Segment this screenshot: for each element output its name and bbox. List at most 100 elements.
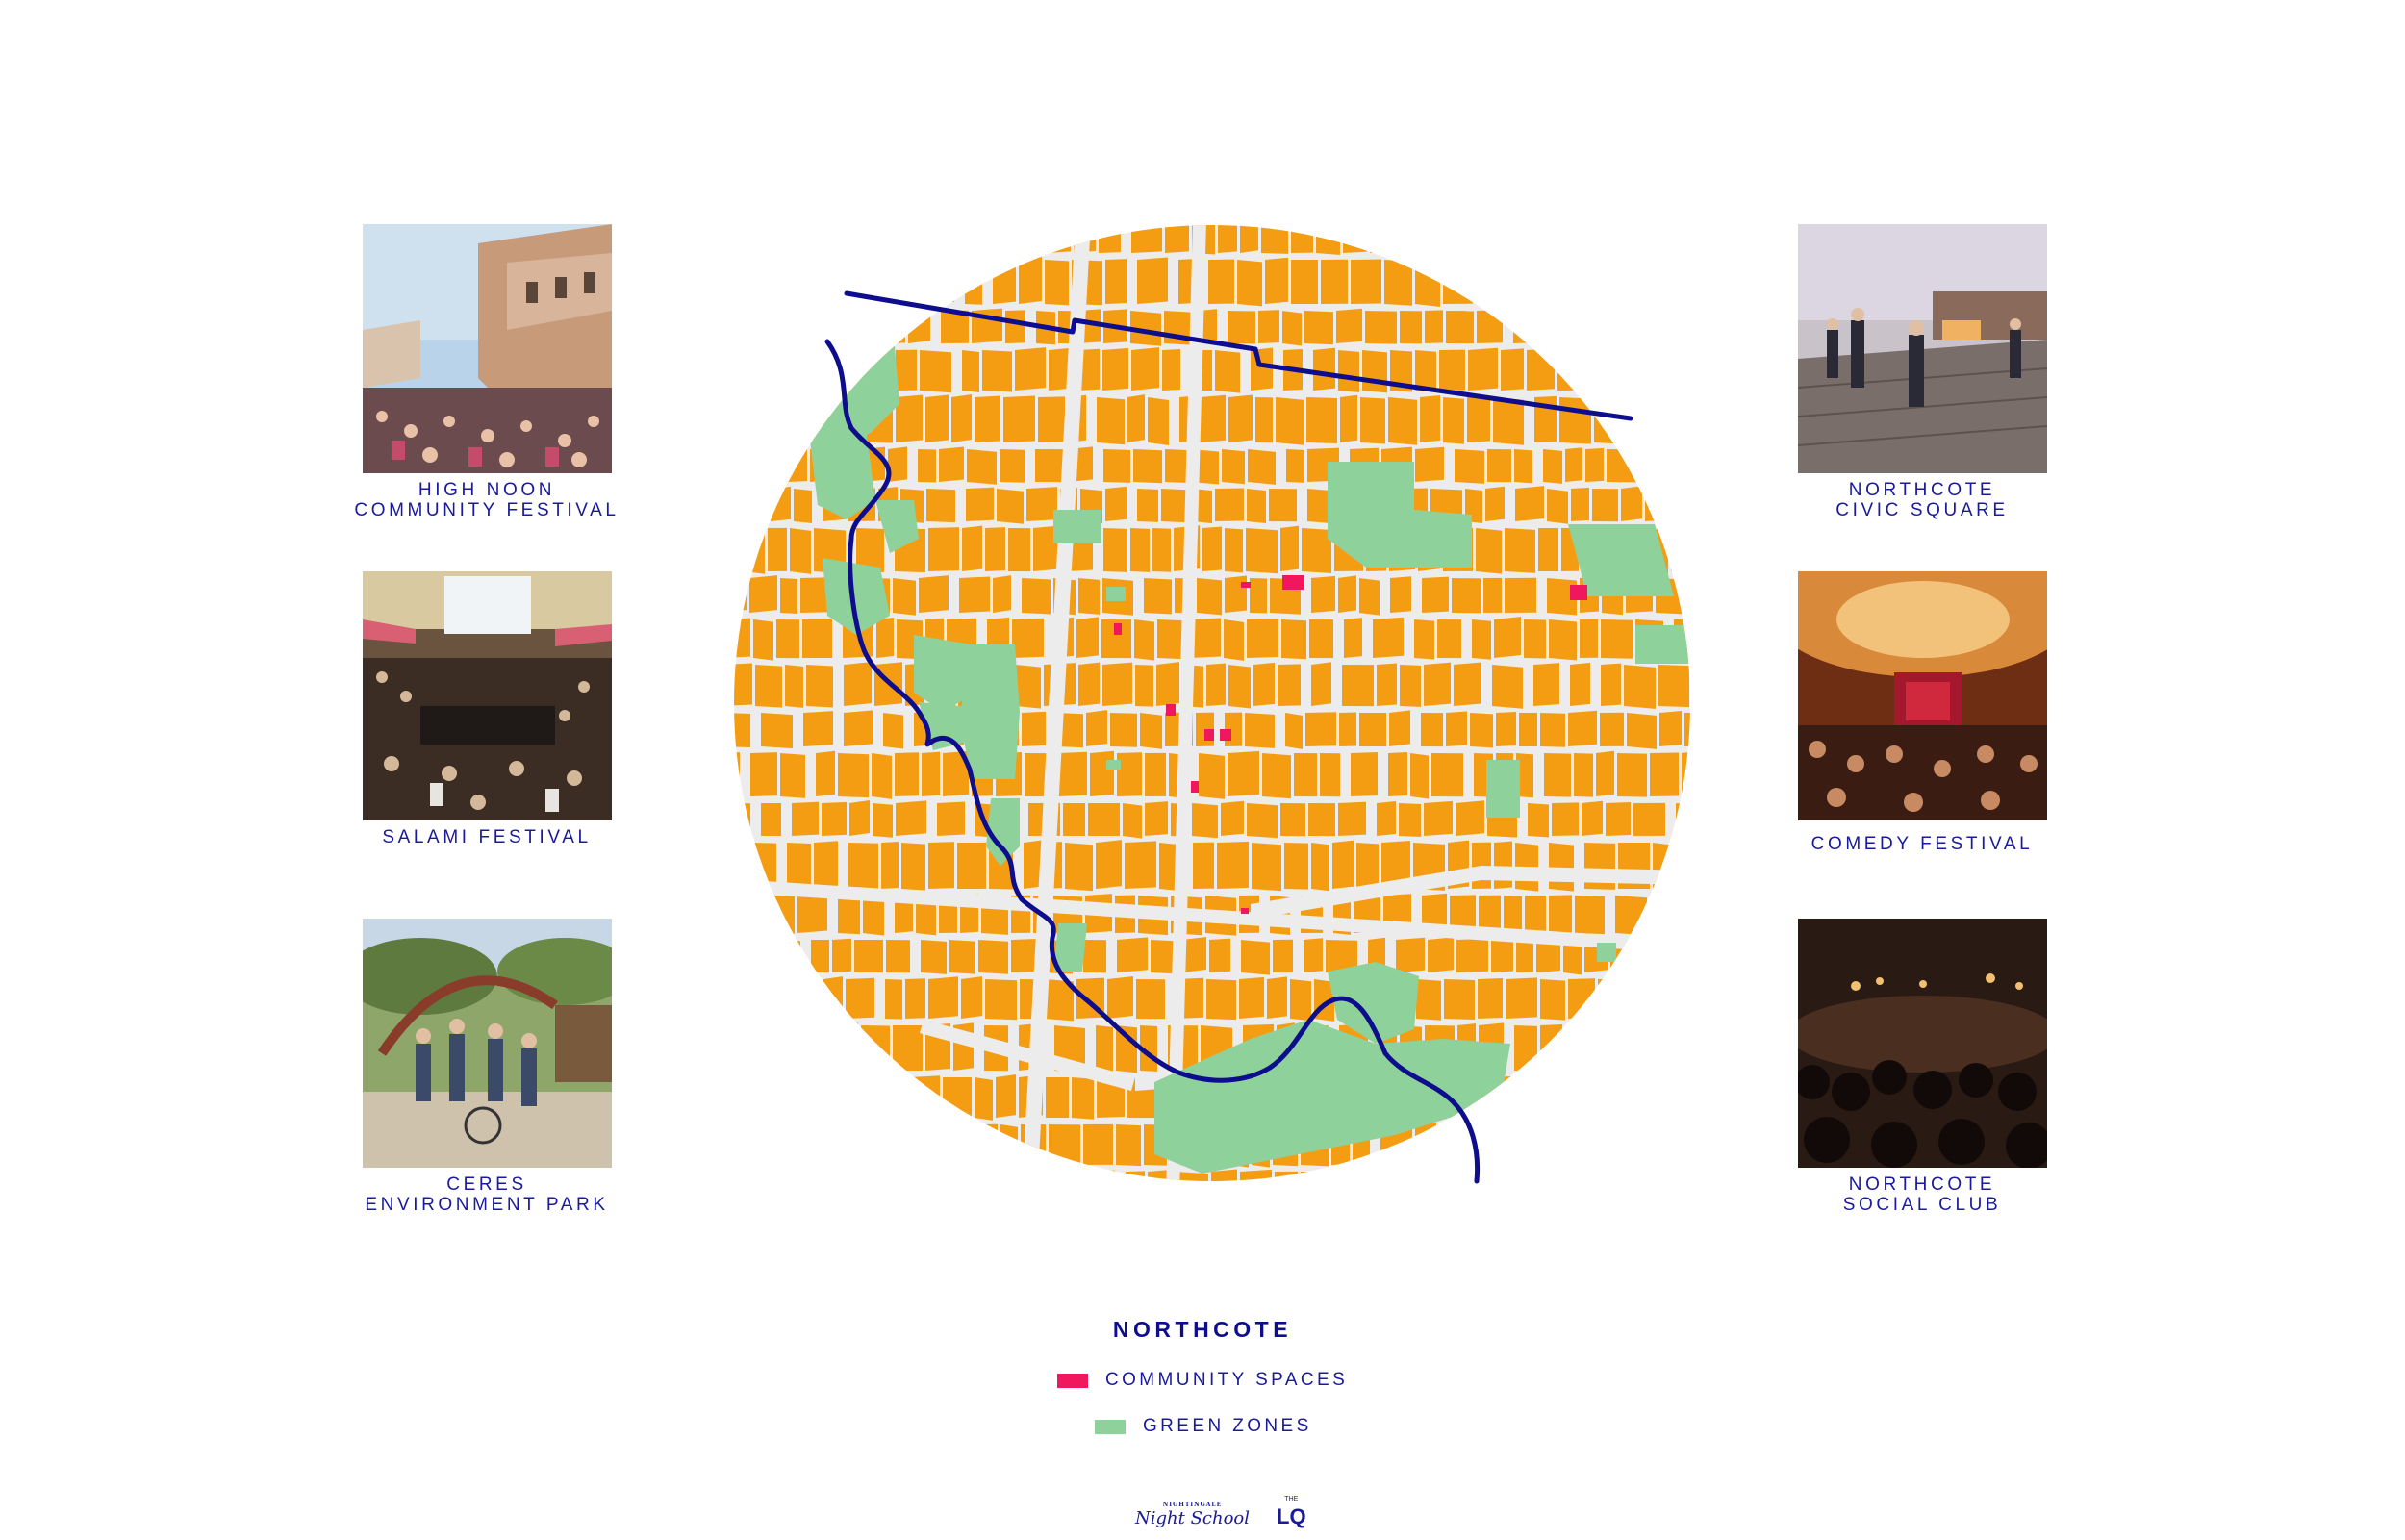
street-block [1568,710,1597,746]
street-block [1505,1169,1526,1181]
street-block [1215,488,1244,521]
street-block [1491,938,1513,972]
street-block [1544,259,1569,304]
street-block [1527,348,1555,391]
street-block [1640,448,1669,482]
street-block [734,663,752,706]
street-block [1321,259,1348,304]
street-block [1095,1170,1115,1181]
street-block [751,1123,770,1165]
street-block [1500,1124,1532,1168]
street-block [1415,1123,1436,1165]
street-block [1110,713,1137,747]
street-block [1684,712,1690,746]
street-block [927,225,959,256]
street-block [1225,528,1243,573]
street-block [1217,841,1249,889]
street-block [1626,1023,1643,1071]
street-block [1276,397,1304,445]
street-block [1592,489,1618,522]
street-block [1485,486,1505,521]
street-block [1137,257,1168,304]
street-block [1415,446,1444,482]
street-block [1415,260,1440,307]
street-block [985,527,1005,571]
street-block [780,753,805,798]
street-block [1585,447,1604,482]
street-block [1221,800,1244,836]
street-block [1280,525,1299,571]
street-block [844,710,873,746]
street-block [1689,311,1690,344]
caption-comedy-festival: COMEDY FESTIVAL [1810,834,2034,854]
street-block [1130,528,1150,572]
street-block [1513,310,1532,343]
street-block [1373,617,1404,658]
street-block [1549,895,1572,933]
street-block [1432,225,1463,256]
legend-title: NORTHCOTE [1112,1317,1293,1342]
street-block [1309,619,1333,659]
street-block [1455,449,1484,484]
street-block [1228,394,1253,442]
street-block [1505,577,1536,613]
street-block [1165,449,1187,483]
street-block [1328,1172,1352,1181]
street-block [865,1171,890,1181]
street-block [1047,225,1071,253]
street-block [1388,751,1407,796]
street-block [1038,396,1065,442]
street-block [848,843,878,890]
street-block [1560,1172,1585,1181]
photo-high-noon-festival [363,224,612,473]
street-block [1058,751,1087,796]
street-block [1285,713,1303,749]
legend-label-community: COMMUNITY SPACES [1105,1370,1349,1390]
legend-item-green: GREEN ZONES [1095,1416,1312,1437]
street-block [743,1077,763,1119]
street-block [797,1075,818,1118]
street-block [1199,753,1225,799]
street-block [1247,618,1278,658]
street-block [893,225,917,253]
street-block [886,940,910,973]
street-block [862,1124,881,1166]
street-block [1384,260,1412,306]
street-block [776,397,799,445]
street-block [1193,842,1214,889]
street-block [939,446,964,482]
street-block [1396,937,1425,972]
street-block [1278,664,1301,706]
street-block [1356,843,1379,891]
street-block [1701,448,1724,482]
street-block [1687,225,1690,253]
street-block [1682,750,1690,796]
street-block [895,752,919,796]
street-block [793,978,821,1019]
street-block [1359,713,1386,747]
street-block [995,1171,1025,1181]
street-block [1476,528,1502,574]
street-block [1117,937,1148,972]
street-block [1162,348,1180,391]
street-block [1202,526,1222,571]
street-block [876,618,894,658]
street-block [1665,225,1684,255]
street-block [1645,487,1669,521]
street-block [1428,937,1454,972]
street-block [1258,310,1279,343]
street-block [1519,712,1537,746]
street-block [1527,1076,1553,1118]
street-block [1026,487,1057,521]
street-block [1685,1077,1690,1120]
street-block [1177,1172,1208,1181]
street-block [1533,663,1559,706]
street-block [1446,311,1474,344]
street-block [814,841,838,889]
photo-social-club [1798,919,2047,1168]
street-block [951,394,972,442]
street-block [1582,800,1603,836]
street-block [1619,397,1649,443]
street-block [804,309,834,343]
street-block [922,751,940,796]
